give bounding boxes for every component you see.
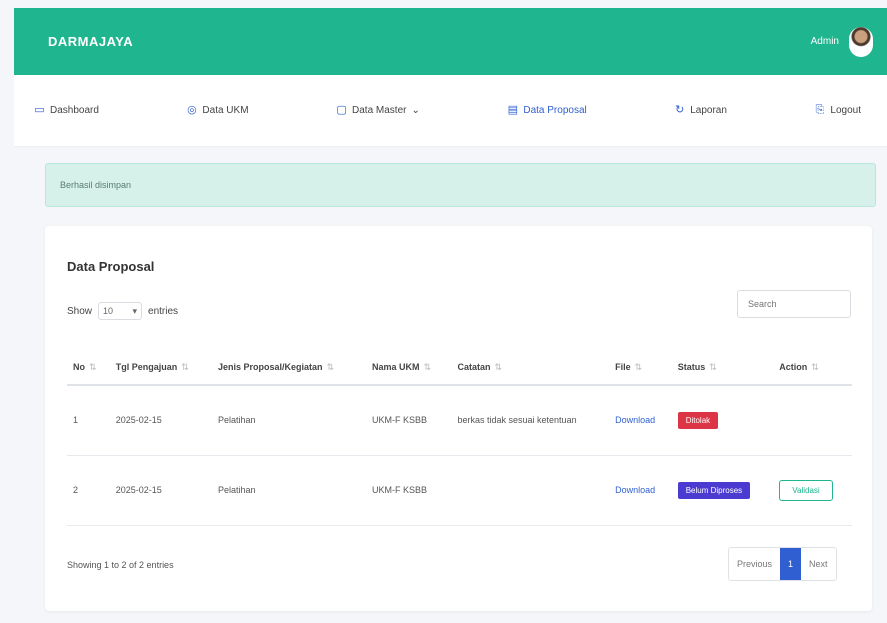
- cell-note: berkas tidak sesuai ketentuan: [451, 385, 610, 456]
- cell-status: Belum Diproses: [671, 455, 774, 526]
- logout-icon: ⎘: [815, 104, 825, 116]
- nav-item-laporan[interactable]: ↻ Laporan: [674, 104, 727, 117]
- table-row: 2 2025-02-15 Pelatihan UKM-F KSBB Downlo…: [67, 455, 852, 526]
- user-name: Admin: [810, 36, 839, 47]
- show-label: Show: [67, 305, 93, 317]
- entries-select[interactable]: 10 ▾: [98, 302, 143, 320]
- pagination-next[interactable]: Next: [801, 548, 836, 580]
- pagination: Previous 1 Next: [728, 547, 837, 581]
- proposal-card: Data Proposal Show 10 ▾ entries No⇅ Tgl …: [45, 226, 872, 611]
- chevron-down-icon: ▾: [132, 305, 138, 316]
- cell-type: Pelatihan: [212, 385, 367, 456]
- nav-item-label: Data Proposal: [523, 105, 587, 116]
- pagination-previous[interactable]: Previous: [729, 548, 780, 580]
- cell-ukm: UKM-F KSBB: [366, 455, 452, 526]
- column-header-date[interactable]: Tgl Pengajuan ⇅: [109, 351, 213, 386]
- nav-item-dashboard[interactable]: ▭ Dashboard: [34, 104, 99, 117]
- monitor-icon: ▭: [34, 104, 45, 116]
- entries-value: 10: [103, 306, 114, 316]
- pagination-page-1[interactable]: 1: [780, 548, 802, 580]
- sort-icon: ⇅: [709, 362, 717, 372]
- column-header-ukm[interactable]: Nama UKM ⇅: [366, 351, 452, 386]
- cell-date: 2025-02-15: [109, 455, 213, 526]
- refresh-icon: ↻: [675, 104, 685, 116]
- document-icon: ▤: [507, 104, 519, 116]
- cell-no: 1: [67, 385, 110, 456]
- cell-date: 2025-02-15: [109, 385, 213, 456]
- nav-item-data-proposal[interactable]: ▤ Data Proposal: [507, 104, 587, 117]
- success-alert: Berhasil disimpan: [45, 163, 876, 207]
- table-row: 1 2025-02-15 Pelatihan UKM-F KSBB berkas…: [67, 385, 852, 456]
- sort-icon: ⇅: [423, 362, 432, 372]
- cell-type: Pelatihan: [212, 455, 367, 526]
- sort-icon: ⇅: [181, 362, 189, 372]
- column-header-no[interactable]: No ⇅: [67, 351, 110, 386]
- nav-item-label: Data UKM: [202, 105, 249, 116]
- avatar[interactable]: [849, 26, 873, 57]
- download-link[interactable]: Download: [615, 415, 655, 425]
- cell-status: Ditolak: [671, 385, 774, 456]
- download-link[interactable]: Download: [615, 485, 655, 495]
- column-header-status[interactable]: Status ⇅: [671, 351, 774, 386]
- sort-icon: ⇅: [326, 362, 335, 372]
- column-header-action[interactable]: Action ⇅: [773, 351, 852, 386]
- table-info: Showing 1 to 2 of 2 entries: [67, 560, 174, 570]
- nav-item-label: Data Master: [352, 105, 407, 116]
- column-header-note[interactable]: Catatan ⇅: [451, 351, 610, 386]
- sort-icon: ⇅: [494, 362, 503, 372]
- cell-action: [773, 385, 852, 456]
- status-badge: Belum Diproses: [677, 481, 751, 499]
- validasi-button[interactable]: Validasi: [779, 479, 833, 501]
- cell-ukm: UKM-F KSBB: [366, 385, 452, 456]
- cell-no: 2: [67, 455, 110, 526]
- status-badge: Ditolak: [677, 411, 719, 429]
- globe-icon: ◎: [187, 104, 197, 116]
- cell-file: Download: [609, 455, 672, 526]
- nav-item-label: Laporan: [690, 105, 727, 116]
- cell-action: Validasi: [773, 455, 852, 526]
- main-nav: ▭ Dashboard ◎ Data UKM ▢ Data Master ⌄ ▤…: [14, 75, 887, 147]
- chevron-down-icon: ⌄: [411, 105, 420, 116]
- nav-item-data-master[interactable]: ▢ Data Master ⌄: [336, 104, 420, 117]
- sort-icon: ⇅: [89, 362, 97, 372]
- sort-icon: ⇅: [811, 362, 819, 372]
- entries-length-control: Show 10 ▾ entries: [67, 302, 178, 320]
- column-header-file[interactable]: File ⇅: [609, 351, 672, 386]
- brand-logo[interactable]: DARMAJAYA: [48, 34, 133, 49]
- alert-text: Berhasil disimpan: [60, 180, 132, 190]
- entries-label: entries: [148, 305, 179, 317]
- nav-item-data-ukm[interactable]: ◎ Data UKM: [186, 104, 249, 117]
- top-bar: DARMAJAYA Admin: [14, 8, 887, 75]
- page-title: Data Proposal: [67, 259, 155, 274]
- sort-icon: ⇅: [634, 362, 643, 372]
- user-menu[interactable]: Admin: [810, 26, 873, 57]
- table-header-row: No ⇅ Tgl Pengajuan ⇅ Jenis Proposal/Kegiat…: [67, 351, 852, 386]
- cell-file: Download: [609, 385, 672, 456]
- cell-note: [451, 455, 610, 526]
- proposal-table: No ⇅ Tgl Pengajuan ⇅ Jenis Proposal/Kegiat…: [67, 351, 852, 526]
- nav-item-logout[interactable]: ⎘ Logout: [814, 104, 862, 117]
- column-header-type[interactable]: Jenis Proposal/Kegiatan ⇅: [212, 351, 367, 386]
- nav-item-label: Logout: [830, 105, 861, 116]
- nav-item-label: Dashboard: [50, 105, 99, 116]
- search-input[interactable]: [737, 290, 851, 318]
- folder-icon: ▢: [336, 104, 347, 116]
